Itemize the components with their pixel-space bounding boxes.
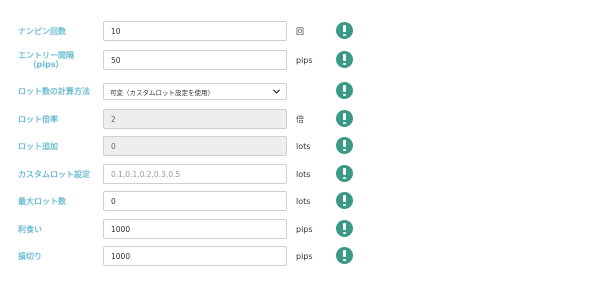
unit-lot-add: lots xyxy=(296,141,311,151)
label-entry-interval-line1: エントリー間隔 xyxy=(18,51,74,60)
row-stop-loss: 損切り 1000 pips xyxy=(0,246,600,266)
exclamation-circle-icon[interactable] xyxy=(336,137,353,154)
row-max-lot: 最大ロット数 0 lots xyxy=(0,191,600,211)
take-profit-input[interactable]: 1000 xyxy=(103,219,287,239)
row-lot-add: ロット追加 0 lots xyxy=(0,136,600,156)
entry-interval-input[interactable]: 50 xyxy=(103,50,287,70)
lot-method-select[interactable]: 可変（カスタムロット設定を使用） xyxy=(103,83,287,100)
row-entry-interval: エントリー間隔 （pips） 50 pips xyxy=(0,50,600,70)
row-take-profit: 利食い 1000 pips xyxy=(0,219,600,239)
unit-take-profit: pips xyxy=(296,224,313,234)
label-nanpin-count: ナンピン回数 xyxy=(18,26,66,36)
exclamation-circle-icon[interactable] xyxy=(336,220,353,237)
label-lot-add: ロット追加 xyxy=(18,141,58,151)
unit-stop-loss: pips xyxy=(296,251,313,261)
custom-lot-input[interactable]: 0.1,0.1,0.2,0.3,0.5 xyxy=(103,164,287,184)
exclamation-circle-icon[interactable] xyxy=(336,165,353,182)
exclamation-circle-icon[interactable] xyxy=(336,22,353,39)
nanpin-count-input[interactable]: 10 xyxy=(103,21,287,41)
lot-method-selected: 可変（カスタムロット設定を使用） xyxy=(110,88,214,97)
chevron-down-icon xyxy=(273,88,280,96)
lot-add-input[interactable]: 0 xyxy=(103,136,287,156)
row-custom-lot: カスタムロット設定 0.1,0.1,0.2,0.3,0.5 lots xyxy=(0,164,600,184)
exclamation-circle-icon[interactable] xyxy=(336,247,353,264)
stop-loss-input[interactable]: 1000 xyxy=(103,246,287,266)
label-max-lot: 最大ロット数 xyxy=(18,196,66,206)
row-lot-method: ロット数の計算方法 可変（カスタムロット設定を使用） xyxy=(0,81,600,101)
label-lot-method: ロット数の計算方法 xyxy=(18,86,90,96)
exclamation-circle-icon[interactable] xyxy=(336,82,353,99)
unit-lot-multiplier: 倍 xyxy=(296,114,304,124)
label-lot-multiplier: ロット倍率 xyxy=(18,114,58,124)
exclamation-circle-icon[interactable] xyxy=(336,110,353,127)
unit-max-lot: lots xyxy=(296,196,311,206)
exclamation-circle-icon[interactable] xyxy=(336,51,353,68)
exclamation-circle-icon[interactable] xyxy=(336,192,353,209)
label-entry-interval-line2: （pips） xyxy=(28,60,64,69)
max-lot-input[interactable]: 0 xyxy=(103,191,287,211)
unit-nanpin-count: 回 xyxy=(296,26,304,36)
label-stop-loss: 損切り xyxy=(18,251,42,261)
unit-custom-lot: lots xyxy=(296,169,311,179)
row-lot-multiplier: ロット倍率 2 倍 xyxy=(0,109,600,129)
unit-entry-interval: pips xyxy=(296,55,313,65)
label-custom-lot: カスタムロット設定 xyxy=(18,169,90,179)
row-nanpin-count: ナンピン回数 10 回 xyxy=(0,21,600,41)
custom-lot-placeholder: 0.1,0.1,0.2,0.3,0.5 xyxy=(111,169,181,179)
label-take-profit: 利食い xyxy=(18,224,42,234)
lot-multiplier-input[interactable]: 2 xyxy=(103,109,287,129)
label-entry-interval: エントリー間隔 （pips） xyxy=(18,50,74,70)
